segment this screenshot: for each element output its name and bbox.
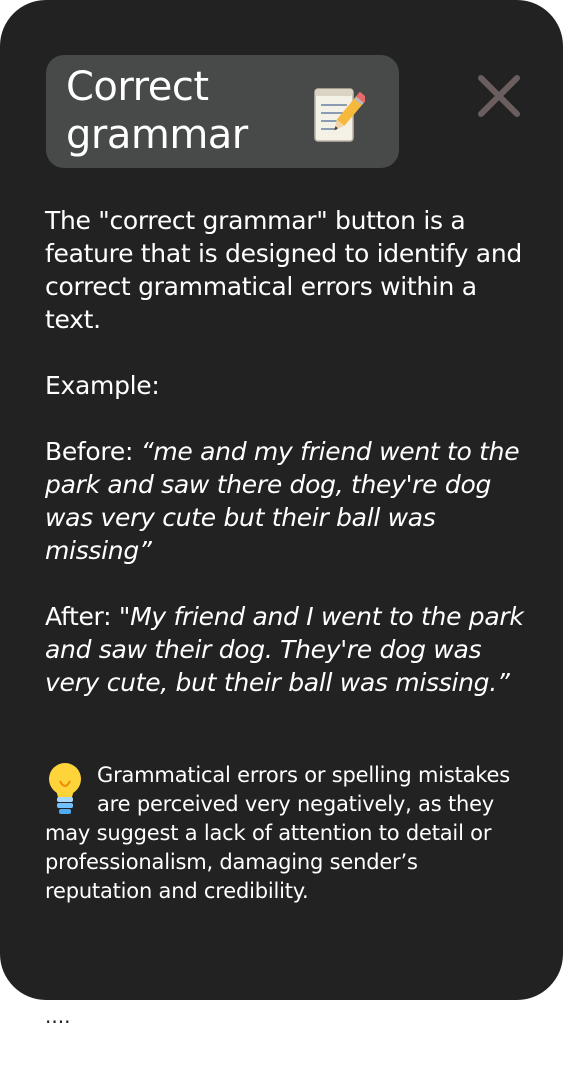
more-ellipsis: .... — [45, 1004, 71, 1028]
lightbulb-icon — [45, 761, 85, 817]
tip-text: Grammatical errors or spelling mistakes … — [45, 763, 510, 903]
before-example: Before: “me and my friend went to the pa… — [45, 435, 535, 567]
after-example: After: "My friend and I went to the park… — [45, 600, 535, 699]
close-x-icon[interactable] — [476, 73, 522, 119]
title-pill: Correct grammar — [46, 55, 399, 168]
memo-icon — [313, 85, 368, 145]
info-card: Correct grammar The "correct grammar" bu… — [0, 0, 563, 1000]
page-title: Correct grammar — [66, 64, 248, 158]
description-text: The "correct grammar" button is a featur… — [45, 206, 522, 334]
example-label: Example: — [45, 371, 160, 400]
after-label: After: — [45, 602, 112, 631]
after-text: "My friend and I went to the park and sa… — [45, 602, 524, 697]
before-label: Before: — [45, 437, 134, 466]
tip-block: Grammatical errors or spelling mistakes … — [45, 761, 515, 906]
